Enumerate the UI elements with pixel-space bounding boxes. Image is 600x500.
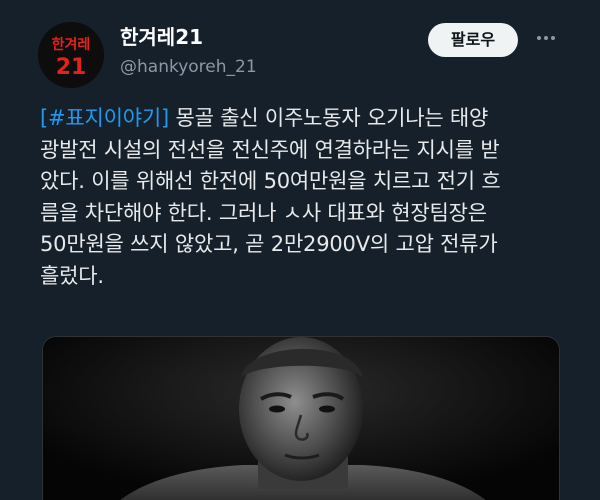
hashtag-bracket-open: [ — [40, 106, 48, 130]
tweet-line-1: [#표지이야기] 몽골 출신 이주노동자 오기나는 태양 — [40, 103, 560, 135]
tweet-line-4: 름을 차단해야 한다. 그러나 ㅅ사 대표와 현장팀장은 — [40, 200, 487, 225]
author-handle[interactable]: @hankyoreh_21 — [120, 56, 257, 78]
tweet-photo[interactable] — [42, 336, 560, 500]
portrait-photo — [43, 337, 559, 500]
author-name[interactable]: 한겨레21 — [120, 24, 203, 50]
tweet-text: [#표지이야기] 몽골 출신 이주노동자 오기나는 태양 광발전 시설의 전선을… — [40, 103, 560, 292]
tweet-card: 한겨레 21 한겨레21 @hankyoreh_21 팔로우 [#표지이야기] … — [0, 0, 600, 500]
tweet-line-3: 았다. 이를 위해선 한전에 50여만원을 치르고 전기 흐 — [40, 169, 501, 193]
tweet-line-5: 50만원을 쓰지 않았고, 곧 2만2900V의 고압 전류가 — [40, 232, 498, 256]
tweet-line-6: 흘렀다. — [40, 263, 104, 288]
tweet-line-2: 광발전 시설의 전선을 전신주에 연결하라는 지시를 받 — [40, 137, 500, 162]
follow-button[interactable]: 팔로우 — [428, 23, 518, 57]
avatar-logo-line1: 한겨레 — [52, 37, 91, 53]
avatar[interactable]: 한겨레 21 — [38, 22, 104, 88]
more-horizontal-icon[interactable] — [534, 26, 558, 50]
hashtag-link[interactable]: #표지이야기 — [48, 106, 161, 130]
hankyoreh21-logo: 한겨레 21 — [38, 22, 104, 88]
hashtag-bracket-close: ] — [161, 106, 169, 130]
avatar-logo-line2: 21 — [56, 55, 87, 80]
tweet-line-1-text: 몽골 출신 이주노동자 오기나는 태양 — [169, 106, 489, 130]
